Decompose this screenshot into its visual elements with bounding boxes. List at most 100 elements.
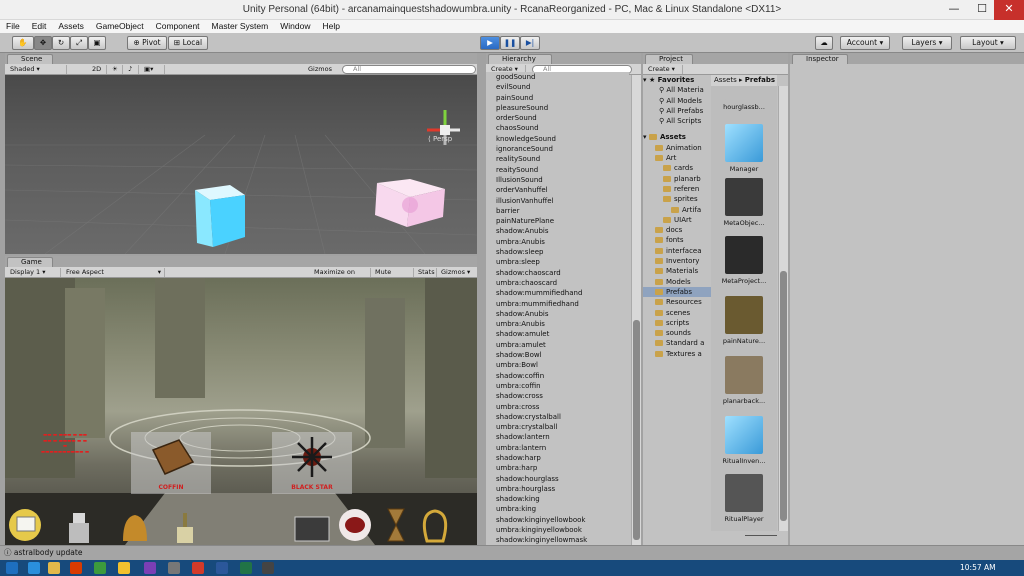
folder-item[interactable]: Inventory — [643, 256, 711, 266]
favorites-header[interactable]: ▾ ★ Favorites — [643, 75, 711, 85]
hierarchy-item[interactable]: evilSound — [486, 82, 629, 92]
hierarchy-item[interactable]: shadow:crystalball — [486, 412, 629, 422]
hierarchy-item[interactable]: umbra:Bowl — [486, 360, 629, 370]
project-scrollbar[interactable] — [778, 86, 788, 531]
app-icon[interactable] — [94, 562, 106, 574]
hierarchy-item[interactable]: painSound — [486, 93, 629, 103]
account-dropdown[interactable]: Account ▾ — [840, 36, 890, 50]
hierarchy-item[interactable]: shadow:harp — [486, 453, 629, 463]
app-icon[interactable] — [168, 562, 180, 574]
asset-item[interactable]: RitualInven... — [714, 416, 774, 465]
drum-icon[interactable] — [294, 516, 330, 542]
fav-item[interactable]: ⚲ All Scripts — [643, 116, 711, 126]
project-scroll-thumb[interactable] — [780, 271, 787, 521]
asset-item[interactable]: Manager — [714, 124, 774, 173]
folder-item[interactable]: cards — [643, 163, 711, 173]
close-button[interactable]: ✕ — [994, 0, 1024, 20]
minimize-button[interactable]: — — [940, 0, 968, 20]
audio-icon[interactable]: ♪ — [125, 65, 139, 74]
status-text[interactable]: astralbody update — [14, 548, 83, 557]
word-icon[interactable] — [216, 562, 228, 574]
asset-item[interactable]: MetaProject... — [714, 236, 774, 285]
hierarchy-item[interactable]: realitySound — [486, 154, 629, 164]
mode-2d-toggle[interactable]: 2D — [89, 65, 107, 74]
hierarchy-item[interactable]: shadow:amulet — [486, 329, 629, 339]
breadcrumb-prefabs[interactable]: Prefabs — [745, 76, 775, 84]
lighting-icon[interactable]: ☀ — [109, 65, 123, 74]
folder-item[interactable]: Artifa — [643, 205, 711, 215]
clock[interactable]: 10:57 AM — [960, 563, 996, 572]
display-dropdown[interactable]: Display 1 ▾ — [7, 268, 61, 277]
game-gizmos-dropdown[interactable]: Gizmos ▾ — [438, 268, 476, 277]
menu-assets[interactable]: Assets — [52, 20, 90, 33]
hierarchy-item[interactable]: goodSound — [486, 72, 629, 82]
hierarchy-item[interactable]: shadow:chaoscard — [486, 268, 629, 278]
hierarchy-item[interactable]: umbra:chaoscard — [486, 278, 629, 288]
hierarchy-item[interactable]: umbra:mummifiedhand — [486, 299, 629, 309]
folder-item[interactable]: fonts — [643, 235, 711, 245]
breadcrumb-assets[interactable]: Assets — [714, 76, 737, 84]
cloud-icon[interactable]: ☁ — [815, 36, 833, 50]
tab-game[interactable]: Game — [7, 257, 53, 267]
candle-icon[interactable] — [69, 513, 89, 543]
asset-item[interactable]: MetaObjec... — [714, 178, 774, 227]
bell-icon[interactable] — [123, 515, 147, 541]
game-view[interactable]: ▬▬ ▬ ▬▬▬ ▬ ▬▬ ▬▬ ▬ ▬▬▬▬ ▬ ▬ ▬ ▬▬▬▬▬▬▬▬▬▬ ▬ … — [5, 278, 477, 545]
menu-component[interactable]: Component — [150, 20, 206, 33]
folder-item[interactable]: scripts — [643, 318, 711, 328]
hierarchy-item[interactable]: reaitySound — [486, 165, 629, 175]
tab-project[interactable]: Project — [645, 54, 693, 64]
excel-icon[interactable] — [240, 562, 252, 574]
folder-item[interactable]: scenes — [643, 308, 711, 318]
hierarchy-item[interactable]: shadow:king — [486, 494, 629, 504]
fav-item[interactable]: ⚲ All Prefabs — [643, 106, 711, 116]
folder-item[interactable]: sounds — [643, 328, 711, 338]
hierarchy-item[interactable]: shadow:Bowl — [486, 350, 629, 360]
start-icon[interactable] — [6, 562, 18, 574]
hierarchy-scroll-thumb[interactable] — [633, 320, 640, 540]
scene-gizmos-dropdown[interactable]: Gizmos ▾ — [305, 65, 339, 82]
tab-hierarchy[interactable]: Hierarchy — [488, 54, 552, 64]
local-toggle[interactable]: ⊞ Local — [168, 36, 208, 50]
hand-tool-icon[interactable]: ✋ — [12, 36, 34, 50]
hierarchy-item[interactable]: barrier — [486, 206, 629, 216]
hierarchy-item[interactable]: shadow:coffin — [486, 371, 629, 381]
folder-item[interactable]: Art — [643, 153, 711, 163]
assets-root[interactable]: ▾ Assets — [643, 132, 711, 142]
visual-studio-icon[interactable] — [144, 562, 156, 574]
scene-view[interactable]: ⟨ Persp — [5, 75, 477, 254]
folder-item[interactable]: planarb — [643, 174, 711, 184]
menu-gameobject[interactable]: GameObject — [90, 20, 150, 33]
maximize-button[interactable]: ☐ — [968, 0, 996, 20]
zoom-slider[interactable] — [745, 535, 777, 539]
hierarchy-item[interactable]: chaosSound — [486, 123, 629, 133]
mute-audio-toggle[interactable]: Mute audio — [372, 268, 414, 285]
tab-inspector[interactable]: Inspector — [792, 54, 848, 64]
hierarchy-item[interactable]: IllusionSound — [486, 175, 629, 185]
hierarchy-item[interactable]: shadow:hourglass — [486, 474, 629, 484]
folder-item[interactable]: sprites — [643, 194, 711, 204]
folder-item[interactable]: Resources — [643, 297, 711, 307]
hierarchy-item[interactable]: umbra:amulet — [486, 340, 629, 350]
hourglass-icon[interactable] — [387, 508, 405, 542]
maximize-on-play-toggle[interactable]: Maximize on Play — [311, 268, 371, 285]
hierarchy-item[interactable]: shadow:sleep — [486, 247, 629, 257]
asset-item[interactable]: painNature... — [714, 296, 774, 345]
card-black-star[interactable]: BLACK STAR — [272, 432, 352, 494]
hierarchy-scrollbar[interactable] — [631, 75, 641, 545]
folder-item[interactable]: docs — [643, 225, 711, 235]
harp-icon[interactable] — [422, 509, 448, 543]
folder-item[interactable]: Animation — [643, 143, 711, 153]
folder-item[interactable]: Materials — [643, 266, 711, 276]
hierarchy-list[interactable]: goodSound evilSound painSound pleasureSound… — [486, 72, 629, 545]
menu-help[interactable]: Help — [316, 20, 345, 33]
mouth-icon[interactable] — [339, 509, 371, 541]
hierarchy-item[interactable]: shadow:lantern — [486, 432, 629, 442]
hierarchy-item[interactable]: umbra:Anubis — [486, 319, 629, 329]
fav-item[interactable]: ⚲ All Models — [643, 96, 711, 106]
pivot-toggle[interactable]: ⊕ Pivot — [127, 36, 167, 50]
step-button[interactable]: ▶| — [520, 36, 540, 50]
folder-item[interactable]: Standard a — [643, 338, 711, 348]
chrome-icon[interactable] — [118, 562, 130, 574]
folder-item[interactable]: Textures a — [643, 349, 711, 359]
